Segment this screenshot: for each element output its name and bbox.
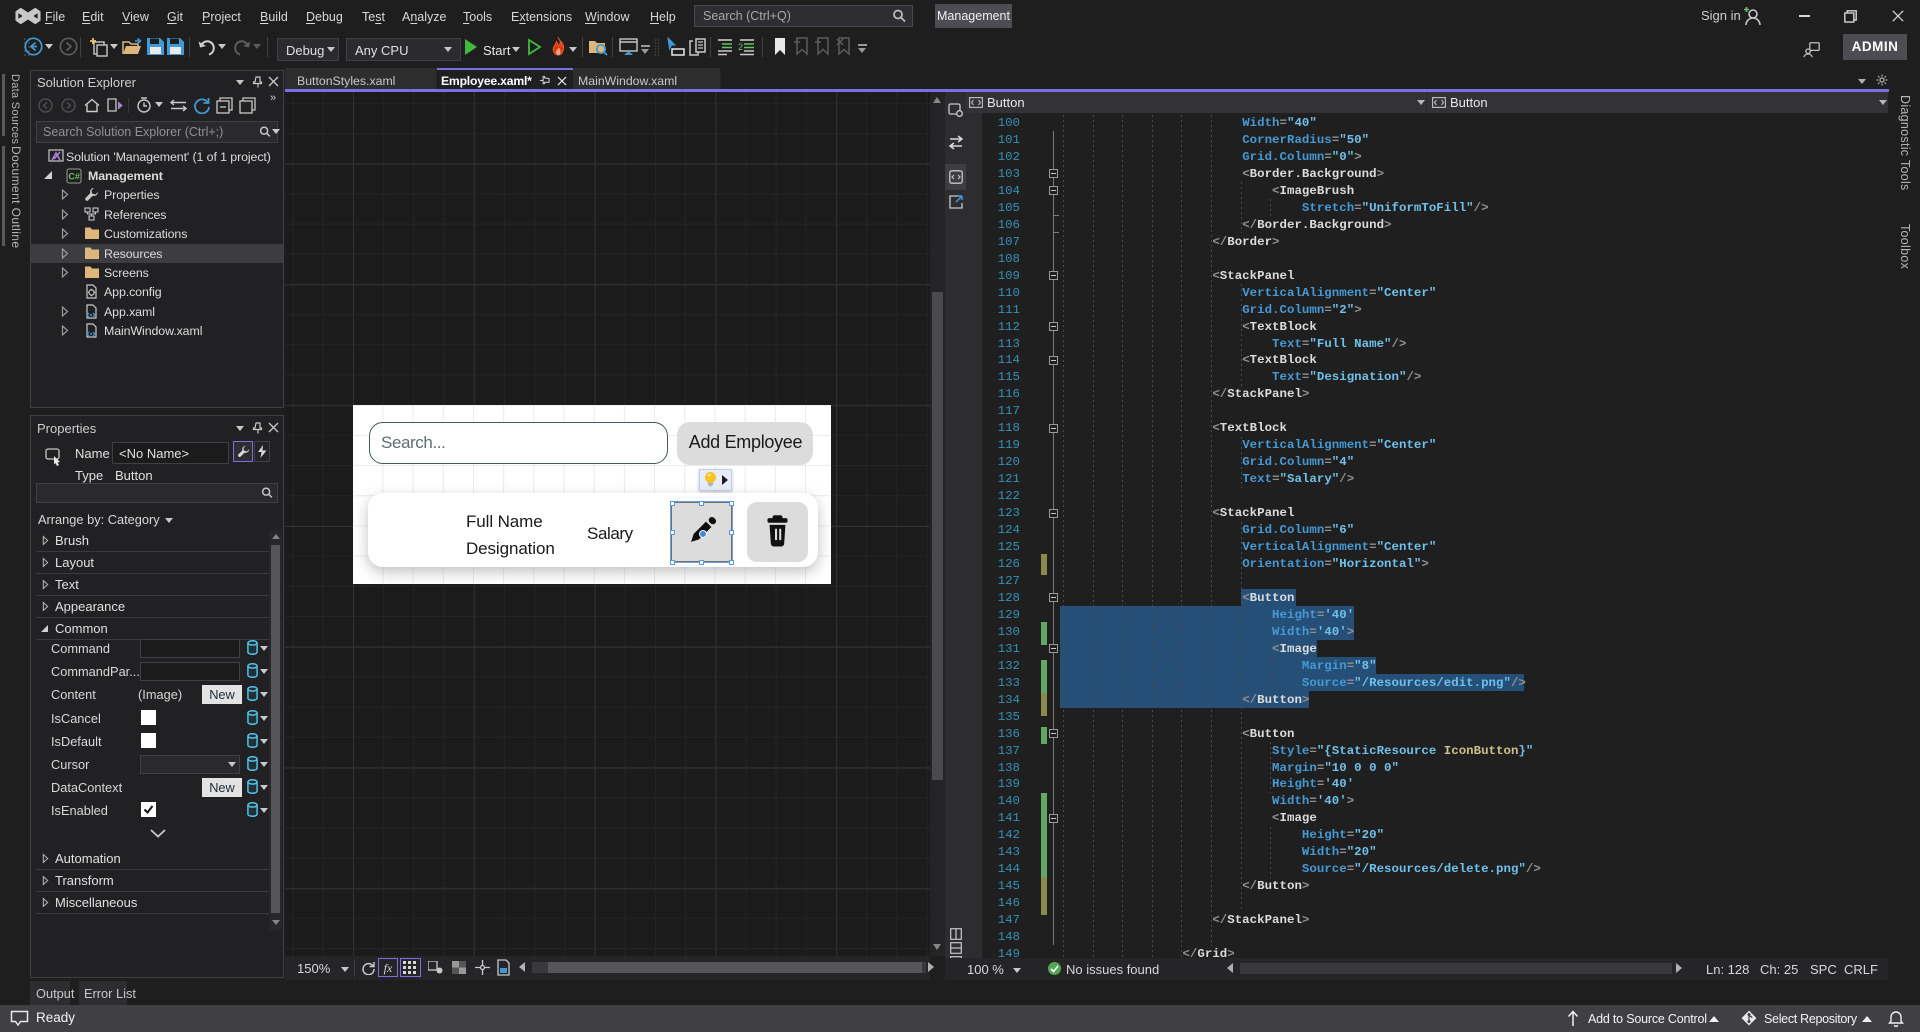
svg-text:C#: C# — [68, 172, 80, 182]
svg-text:2: 2 — [738, 42, 743, 52]
